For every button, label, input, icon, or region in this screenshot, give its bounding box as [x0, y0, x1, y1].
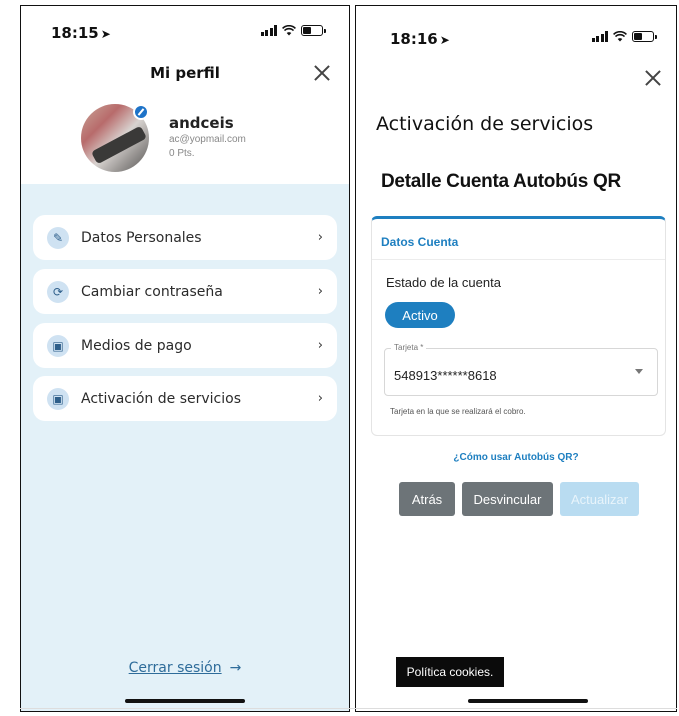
how-to-link[interactable]: ¿Cómo usar Autobús QR?: [356, 452, 676, 463]
chevron-right-icon: ›: [317, 391, 323, 406]
edit-avatar-icon[interactable]: [133, 104, 149, 120]
chevron-right-icon: ›: [317, 230, 323, 245]
menu-item-label: Datos Personales: [81, 229, 202, 246]
profile-email: ac@yopmail.com: [169, 134, 246, 145]
home-indicator[interactable]: [468, 699, 588, 703]
chevron-right-icon: ›: [317, 338, 323, 353]
status-time: 18:16 ➤: [390, 30, 450, 48]
close-icon[interactable]: [644, 69, 662, 87]
menu-item-datos-personales[interactable]: ✎ Datos Personales ›: [33, 215, 337, 260]
status-bar: 18:15 ➤: [21, 6, 349, 52]
battery-icon: [632, 31, 657, 42]
menu-item-label: Activación de servicios: [81, 390, 241, 407]
card-select-value: 548913******8618: [394, 368, 497, 383]
logout-label: Cerrar sesión: [128, 660, 222, 676]
wallet-icon: ▣: [47, 387, 69, 410]
logout-link[interactable]: Cerrar sesión →: [21, 660, 349, 676]
update-button[interactable]: Actualizar: [560, 482, 639, 516]
page-title: Mi perfil: [150, 64, 220, 82]
menu-item-activacion-de-servicios[interactable]: ▣ Activación de servicios ›: [33, 376, 337, 421]
home-indicator[interactable]: [125, 699, 245, 703]
card-select-label: Tarjeta *: [391, 343, 427, 352]
section-title: Detalle Cuenta Autobús QR: [381, 171, 621, 192]
menu-item-cambiar-contrasena[interactable]: ⟳ Cambiar contraseña ›: [33, 269, 337, 314]
wifi-icon: [282, 25, 296, 36]
chevron-down-icon: [635, 369, 643, 374]
account-card: Datos Cuenta Estado de la cuenta Activo …: [371, 216, 666, 436]
profile-points: 0 Pts.: [169, 148, 195, 159]
refresh-icon: ⟳: [47, 280, 69, 303]
card-title: Datos Cuenta: [381, 235, 459, 249]
status-icons: [591, 31, 657, 42]
close-icon[interactable]: [313, 64, 331, 82]
profile-username: andceis: [169, 114, 234, 132]
logout-icon: →: [229, 660, 242, 676]
wifi-icon: [613, 31, 627, 42]
menu-item-label: Cambiar contraseña: [81, 283, 223, 300]
signal-icon: [591, 31, 608, 42]
pencil-icon: ✎: [47, 226, 69, 249]
menu-item-medios-de-pago[interactable]: ▣ Medios de pago ›: [33, 323, 337, 368]
service-activation-screen: 18:16 ➤ Activación de servicios Detalle C…: [355, 5, 677, 712]
account-status-label: Estado de la cuenta: [386, 275, 501, 290]
back-button[interactable]: Atrás: [399, 482, 455, 516]
status-icons: [260, 25, 326, 36]
page-title: Activación de servicios: [376, 113, 594, 135]
card-select[interactable]: Tarjeta * 548913******8618: [384, 343, 658, 396]
profile-screen: 18:15 ➤ Mi perfil andceis ac@yopmail.com …: [20, 5, 350, 712]
status-badge: Activo: [385, 302, 455, 328]
chevron-right-icon: ›: [317, 284, 323, 299]
cookies-policy-button[interactable]: Política cookies.: [396, 657, 504, 687]
wallet-icon: ▣: [47, 334, 69, 357]
status-time: 18:15 ➤: [51, 24, 111, 42]
card-select-helper: Tarjeta en la que se realizará el cobro.: [390, 407, 526, 416]
menu-area: ✎ Datos Personales › ⟳ Cambiar contraseñ…: [21, 184, 349, 711]
divider: [20, 708, 677, 709]
location-arrow-icon: ➤: [100, 27, 111, 41]
status-bar: 18:16 ➤: [356, 6, 676, 52]
location-arrow-icon: ➤: [439, 33, 450, 47]
menu-item-label: Medios de pago: [81, 337, 192, 354]
signal-icon: [260, 25, 277, 36]
card-divider: [372, 259, 665, 260]
unlink-button[interactable]: Desvincular: [462, 482, 553, 516]
battery-icon: [301, 25, 326, 36]
